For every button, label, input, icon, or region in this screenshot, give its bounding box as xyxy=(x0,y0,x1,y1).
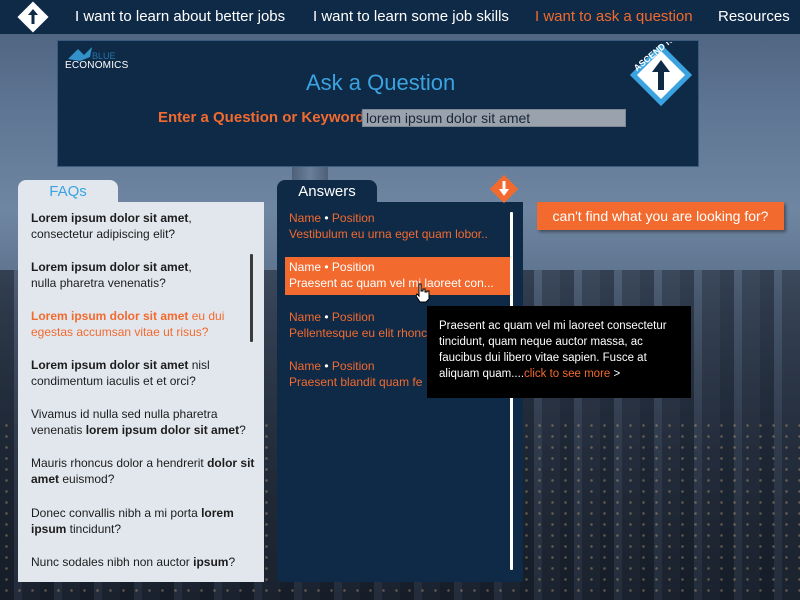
separator-dot: • xyxy=(321,260,332,274)
faq-item[interactable]: Nunc sodales nibh non auctor ipsum? xyxy=(31,554,256,570)
faq-item-text: euismod? xyxy=(59,472,115,486)
tab-faqs[interactable]: FAQs xyxy=(18,180,118,204)
question-input-label: Enter a Question or Keyword: xyxy=(158,109,370,126)
faq-item-keyword: Lorem ipsum dolor sit amet xyxy=(31,260,189,274)
answer-author-position: Position xyxy=(331,359,375,373)
faq-item-keyword: ipsum xyxy=(193,555,229,569)
page-title: Ask a Question xyxy=(306,70,456,95)
faq-item-keyword: lorem ipsum dolor sit amet xyxy=(85,423,240,437)
faq-scrollbar[interactable] xyxy=(250,254,253,342)
separator-dot: • xyxy=(321,310,332,324)
faq-item-text: ? xyxy=(228,555,236,569)
answer-preview-tooltip: Praesent ac quam vel mi laoreet consecte… xyxy=(427,306,691,398)
answer-item[interactable]: Name • Position Praesent ac quam vel mi l… xyxy=(285,257,511,295)
see-more-link[interactable]: click to see more xyxy=(524,368,610,380)
separator-dot: • xyxy=(321,211,332,225)
answer-author-name: Name xyxy=(289,359,322,373)
ask-question-header-panel xyxy=(57,40,699,167)
nav-item-job-skills[interactable]: I want to learn some job skills xyxy=(313,8,509,25)
faq-item[interactable]: Mauris rhoncus dolor a hendrerit dolor s… xyxy=(31,455,256,487)
brand-subtext: ECONOMICS xyxy=(65,60,129,71)
nav-item-ask-question[interactable]: I want to ask a question xyxy=(535,8,693,25)
hand-pointer-icon xyxy=(415,283,430,303)
answer-author-name: Name xyxy=(289,211,322,225)
answer-author-name: Name xyxy=(289,310,322,324)
answer-author-position: Position xyxy=(331,310,375,324)
chevron-right-icon[interactable]: > xyxy=(614,368,621,380)
faq-item[interactable]: Lorem ipsum dolor sit amet, nulla pharet… xyxy=(31,259,256,291)
faq-item[interactable]: Vivamus id nulla sed nulla pharetra vene… xyxy=(31,406,256,438)
cant-find-button[interactable]: can't find what you are looking for? xyxy=(537,202,784,230)
faq-item-text: Nunc sodales nibh non auctor xyxy=(31,555,194,569)
faq-item-text: tincidunt? xyxy=(66,522,122,536)
answer-snippet: Vestibulum eu urna eget quam lobor.. xyxy=(289,227,488,241)
nav-item-better-jobs[interactable]: I want to learn about better jobs xyxy=(75,8,285,25)
answer-author-position: Position xyxy=(331,260,375,274)
faq-item[interactable]: Lorem ipsum dolor sit amet nisl condimen… xyxy=(31,357,256,389)
answer-item[interactable]: Name • Position Vestibulum eu urna eget q… xyxy=(289,210,511,248)
answer-author-position: Position xyxy=(331,211,375,225)
answer-snippet: Praesent ac quam vel mi laoreet con... xyxy=(289,276,494,290)
faq-item[interactable]: Lorem ipsum dolor sit amet, consectetur … xyxy=(31,210,256,242)
answer-author: Name • Position xyxy=(289,259,511,275)
question-input[interactable]: lorem ipsum dolor sit amet xyxy=(362,109,626,127)
faq-item[interactable]: Donec convallis nibh a mi porta lorem ip… xyxy=(31,505,256,537)
faq-item-text: ? xyxy=(239,423,246,437)
faq-item-keyword: Lorem ipsum dolor sit amet xyxy=(31,211,189,225)
arrow-down-icon[interactable] xyxy=(489,174,519,204)
answer-author: Name • Position xyxy=(289,210,511,226)
answer-author-name: Name xyxy=(289,260,322,274)
faq-item-text: Donec convallis nibh a mi porta xyxy=(31,506,202,520)
top-navigation: I want to learn about better jobs I want… xyxy=(0,0,800,34)
faq-item-keyword: Lorem ipsum dolor sit amet xyxy=(31,358,189,372)
ascend-nyc-logo-icon[interactable] xyxy=(17,1,49,33)
ascend-nyc-badge-icon: ASCEND NYC xyxy=(629,42,693,107)
nav-item-resources[interactable]: Resources xyxy=(718,8,790,25)
faq-item-text: Mauris rhoncus dolor a hendrerit xyxy=(31,456,208,470)
tab-answers[interactable]: Answers xyxy=(277,180,377,204)
separator-dot: • xyxy=(321,359,332,373)
faq-item-keyword: Lorem ipsum dolor sit amet xyxy=(31,309,189,323)
faq-item[interactable]: Lorem ipsum dolor sit amet eu dui egesta… xyxy=(31,308,256,340)
